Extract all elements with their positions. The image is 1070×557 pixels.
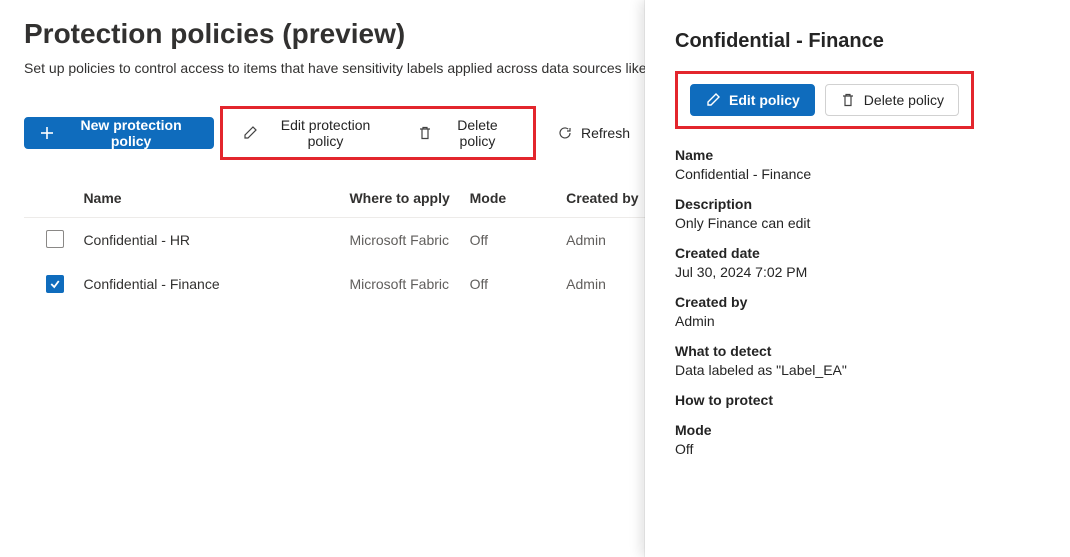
refresh-button[interactable]: Refresh: [542, 117, 645, 149]
field-label: Mode: [675, 422, 1044, 438]
field-label: Name: [675, 147, 1044, 163]
policies-table: Name Where to apply Mode Created by Conf…: [24, 178, 645, 306]
refresh-icon: [557, 125, 573, 141]
cell-name: Confidential - Finance: [83, 276, 349, 292]
detail-field-description: Description Only Finance can edit: [675, 196, 1044, 231]
detail-edit-policy-label: Edit policy: [729, 92, 800, 108]
main-pane: Protection policies (preview) Set up pol…: [0, 0, 645, 557]
cell-where: Microsoft Fabric: [349, 232, 469, 248]
plus-icon: [39, 125, 55, 141]
detail-field-how-to-protect: How to protect: [675, 392, 1044, 408]
detail-field-what-to-detect: What to detect Data labeled as "Label_EA…: [675, 343, 1044, 378]
toolbar: New protection policy Edit protection po…: [24, 106, 645, 160]
table-row[interactable]: Confidential - HR Microsoft Fabric Off A…: [24, 218, 645, 262]
field-value: Admin: [675, 313, 1044, 329]
delete-icon: [417, 125, 433, 141]
field-label: What to detect: [675, 343, 1044, 359]
table-header-row: Name Where to apply Mode Created by: [24, 178, 645, 218]
edit-protection-policy-button[interactable]: Edit protection policy: [227, 117, 400, 149]
field-label: Created date: [675, 245, 1044, 261]
edit-protection-policy-label: Edit protection policy: [266, 117, 385, 149]
detail-field-name: Name Confidential - Finance: [675, 147, 1044, 182]
detail-delete-policy-button[interactable]: Delete policy: [825, 84, 959, 116]
detail-field-mode: Mode Off: [675, 422, 1044, 457]
refresh-label: Refresh: [581, 125, 630, 141]
cell-name: Confidential - HR: [83, 232, 349, 248]
header-where-to-apply[interactable]: Where to apply: [349, 190, 469, 206]
field-value: Jul 30, 2024 7:02 PM: [675, 264, 1044, 280]
field-value: Only Finance can edit: [675, 215, 1044, 231]
cell-created-by: Admin: [566, 276, 645, 292]
field-label: How to protect: [675, 392, 1044, 408]
cell-mode: Off: [470, 276, 567, 292]
delete-icon: [840, 92, 856, 108]
field-value: Confidential - Finance: [675, 166, 1044, 182]
field-label: Description: [675, 196, 1044, 212]
new-protection-policy-label: New protection policy: [63, 117, 199, 149]
row-checkbox[interactable]: [46, 275, 64, 293]
page-title: Protection policies (preview): [24, 18, 645, 50]
cell-created-by: Admin: [566, 232, 645, 248]
detail-delete-policy-label: Delete policy: [864, 92, 944, 108]
cell-mode: Off: [470, 232, 567, 248]
edit-icon: [705, 92, 721, 108]
detail-field-created-date: Created date Jul 30, 2024 7:02 PM: [675, 245, 1044, 280]
page-description: Set up policies to control access to ite…: [24, 60, 645, 76]
header-name[interactable]: Name: [83, 190, 349, 206]
detail-edit-policy-button[interactable]: Edit policy: [690, 84, 815, 116]
row-checkbox[interactable]: [46, 230, 64, 248]
field-value: Data labeled as "Label_EA": [675, 362, 1044, 378]
header-mode[interactable]: Mode: [470, 190, 567, 206]
detail-field-created-by: Created by Admin: [675, 294, 1044, 329]
header-created-by[interactable]: Created by: [566, 190, 645, 206]
detail-title: Confidential - Finance: [675, 30, 1044, 53]
new-protection-policy-button[interactable]: New protection policy: [24, 117, 214, 149]
edit-icon: [242, 125, 258, 141]
table-row[interactable]: Confidential - Finance Microsoft Fabric …: [24, 262, 645, 306]
toolbar-highlight-group: Edit protection policy Delete policy: [220, 106, 536, 160]
detail-actions-highlight: Edit policy Delete policy: [675, 71, 974, 129]
delete-policy-button[interactable]: Delete policy: [402, 117, 529, 149]
cell-where: Microsoft Fabric: [349, 276, 469, 292]
detail-panel: Confidential - Finance Edit policy Delet…: [645, 0, 1070, 557]
field-value: Off: [675, 441, 1044, 457]
delete-policy-label: Delete policy: [441, 117, 514, 149]
field-label: Created by: [675, 294, 1044, 310]
